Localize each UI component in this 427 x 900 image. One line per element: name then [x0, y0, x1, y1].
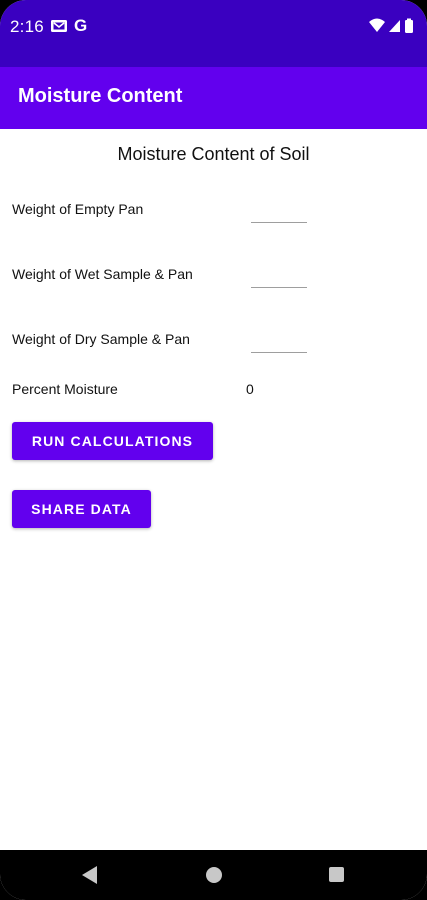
- cell-signal-icon: [389, 20, 400, 32]
- back-icon[interactable]: [82, 866, 98, 884]
- empty-pan-input[interactable]: [251, 202, 307, 223]
- percent-moisture-label: Percent Moisture: [12, 381, 118, 397]
- dry-sample-label: Weight of Dry Sample & Pan: [12, 331, 190, 347]
- recents-icon[interactable]: [329, 867, 344, 882]
- wet-sample-label: Weight of Wet Sample & Pan: [12, 266, 193, 282]
- share-data-button[interactable]: SHARE DATA: [12, 490, 151, 528]
- google-g-icon: G: [74, 16, 88, 35]
- wet-sample-input[interactable]: [251, 267, 307, 288]
- app-bar: Moisture Content: [0, 67, 427, 129]
- system-status-icons: [369, 18, 413, 33]
- dry-sample-input[interactable]: [251, 332, 307, 353]
- app-screen: 2:16 G Moisture Content Moisture Content…: [0, 0, 427, 900]
- empty-pan-label: Weight of Empty Pan: [12, 201, 144, 217]
- wifi-icon: [369, 18, 385, 32]
- status-time: 2:16: [10, 17, 44, 36]
- mail-icon: [51, 20, 67, 32]
- home-icon[interactable]: [206, 867, 222, 883]
- run-calculations-button[interactable]: RUN CALCULATIONS: [12, 422, 213, 460]
- percent-moisture-value: 0: [246, 381, 254, 397]
- battery-icon: [405, 18, 413, 33]
- page-title: Moisture Content of Soil: [117, 144, 310, 164]
- app-title: Moisture Content: [18, 85, 183, 107]
- navigation-bar: [0, 850, 427, 900]
- status-bar: 2:16 G: [0, 0, 427, 67]
